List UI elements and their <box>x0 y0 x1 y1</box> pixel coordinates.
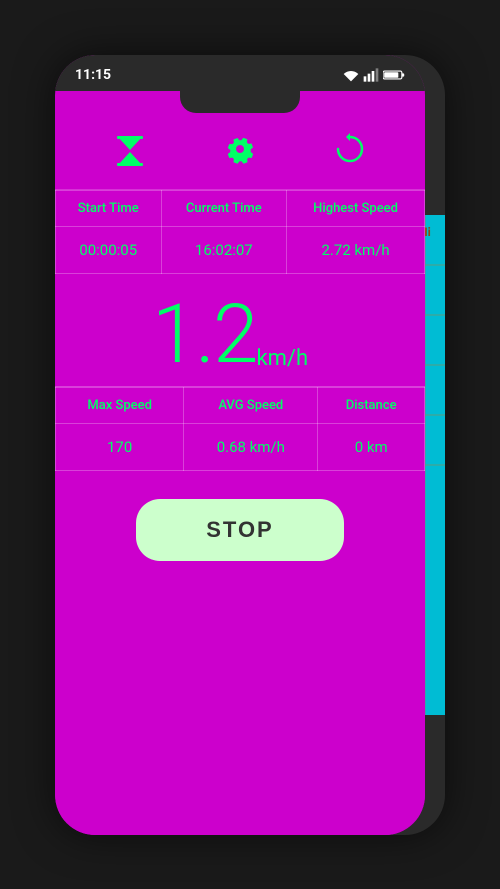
status-bar: 11:15 <box>55 55 425 91</box>
wifi-icon <box>343 67 359 83</box>
gear-icon[interactable] <box>222 131 258 171</box>
status-icons <box>343 67 405 83</box>
notch <box>180 91 300 113</box>
stop-button[interactable]: STOP <box>136 499 344 561</box>
phone-container: Hi km D 11:15 <box>55 55 445 835</box>
value-current-time: 16:02:07 <box>161 226 287 273</box>
value-row-bottom: 170 0.68 km/h 0 km <box>56 423 425 470</box>
reset-svg <box>332 131 368 167</box>
value-max-speed: 170 <box>56 423 184 470</box>
header-distance: Distance <box>318 387 425 423</box>
main-content: Start Time Current Time Highest Speed 00… <box>55 113 425 835</box>
value-highest-speed: 2.72 km/h <box>287 226 425 273</box>
header-avg-speed: AVG Speed <box>184 387 318 423</box>
gear-svg <box>222 131 258 167</box>
value-avg-speed: 0.68 km/h <box>184 423 318 470</box>
hourglass-icon[interactable] <box>112 133 148 169</box>
signal-icon <box>363 67 379 83</box>
stop-section: STOP <box>55 471 425 589</box>
value-start-time: 00:00:05 <box>56 226 162 273</box>
value-row-top: 00:00:05 16:02:07 2.72 km/h <box>56 226 425 273</box>
header-row-top: Start Time Current Time Highest Speed <box>56 190 425 226</box>
reset-icon[interactable] <box>332 131 368 171</box>
battery-icon <box>383 68 405 82</box>
speed-number: 1.2 <box>152 294 257 376</box>
speed-row: 1.2 km/h <box>65 294 415 376</box>
speed-unit: km/h <box>256 346 308 371</box>
phone-screen: 11:15 <box>55 55 425 835</box>
toolbar <box>55 113 425 190</box>
hourglass-svg <box>112 133 148 169</box>
header-current-time: Current Time <box>161 190 287 226</box>
clock: 11:15 <box>75 67 111 83</box>
header-max-speed: Max Speed <box>56 387 184 423</box>
header-row-bottom: Max Speed AVG Speed Distance <box>56 387 425 423</box>
data-table-bottom: Max Speed AVG Speed Distance 170 0.68 km… <box>55 387 425 471</box>
data-table-top: Start Time Current Time Highest Speed 00… <box>55 190 425 274</box>
speed-display: 1.2 km/h <box>55 274 425 387</box>
header-highest-speed: Highest Speed <box>287 190 425 226</box>
header-start-time: Start Time <box>56 190 162 226</box>
value-distance: 0 km <box>318 423 425 470</box>
